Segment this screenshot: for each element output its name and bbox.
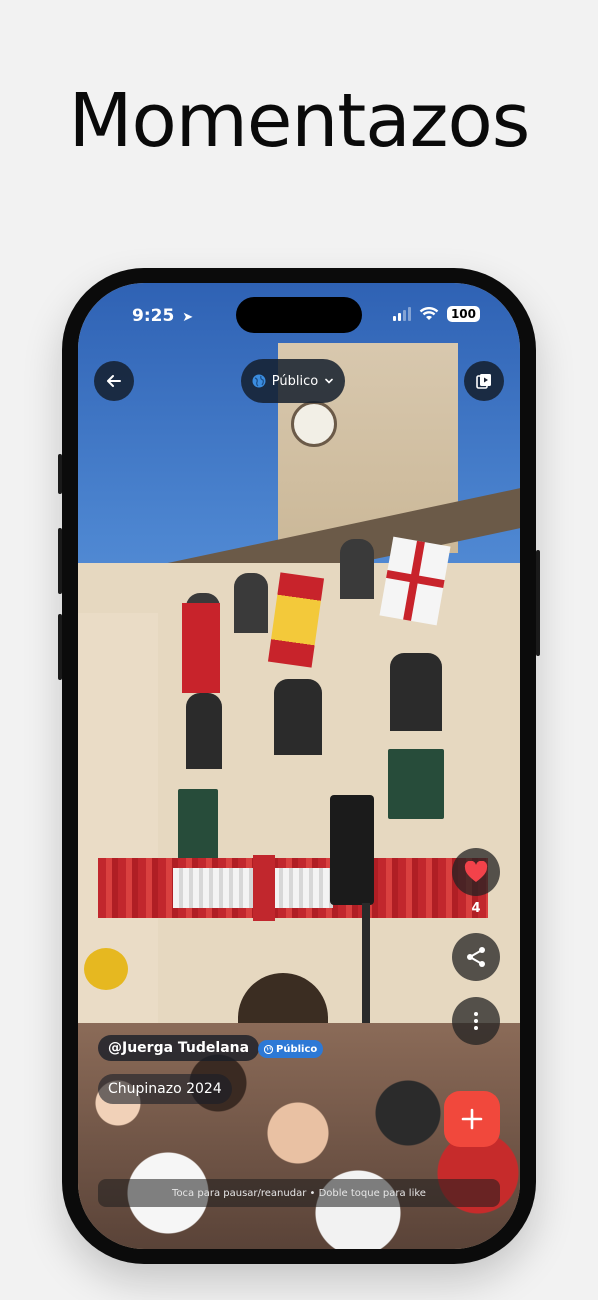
status-indicators: 100 <box>392 306 480 322</box>
privacy-selector[interactable]: Público <box>241 359 345 403</box>
wifi-icon <box>419 307 439 320</box>
video-library-icon <box>476 374 491 389</box>
privacy-label: Público <box>271 373 319 389</box>
volume-down-button <box>58 614 62 680</box>
globe-icon <box>252 374 266 388</box>
like-count: 4 <box>471 901 481 916</box>
status-time: 9:25 ➤ <box>132 306 193 326</box>
chevron-down-icon <box>325 378 334 384</box>
battery-indicator: 100 <box>446 306 480 322</box>
scene-door <box>388 749 444 819</box>
more-vertical-icon <box>474 1012 478 1030</box>
plus-icon <box>461 1108 483 1130</box>
scene-window <box>274 679 322 755</box>
cellular-signal-icon <box>392 307 411 321</box>
reels-button[interactable] <box>464 361 504 401</box>
scene-window <box>186 693 222 769</box>
scene-clock <box>291 401 337 447</box>
share-icon <box>467 947 485 967</box>
scene-window <box>390 653 442 731</box>
playback-hint: Toca para pausar/reanudar • Doble toque … <box>98 1179 500 1207</box>
globe-icon <box>264 1044 273 1054</box>
username-link[interactable]: @Juerga Tudelana <box>98 1035 260 1061</box>
volume-up-button <box>58 528 62 594</box>
scene-door <box>178 789 218 865</box>
power-button <box>536 550 540 656</box>
scene-balloon <box>84 948 128 990</box>
visibility-badge-label: Público <box>276 1043 318 1055</box>
status-time-text: 9:25 <box>132 306 175 326</box>
more-options-button[interactable] <box>452 997 500 1045</box>
phone-screen: 9:25 ➤ 100 Público 4 @Juerga Tudelana Pú… <box>78 283 520 1249</box>
scene-speaker <box>330 795 374 905</box>
add-button[interactable] <box>444 1091 500 1147</box>
scene-window <box>234 573 268 633</box>
arrow-left-icon <box>107 375 121 387</box>
dynamic-island <box>236 297 362 333</box>
heart-icon <box>464 861 488 882</box>
scene-window <box>340 539 374 599</box>
side-button <box>58 454 62 494</box>
back-button[interactable] <box>94 361 134 401</box>
post-caption: Chupinazo 2024 <box>98 1074 232 1104</box>
scene-flower-cross <box>253 855 275 921</box>
visibility-badge: Público <box>258 1040 324 1058</box>
page-headline: Momentazos <box>68 78 531 164</box>
scene-flag <box>182 603 220 693</box>
location-arrow-icon: ➤ <box>182 310 194 325</box>
scene-pole <box>362 903 370 1043</box>
like-button[interactable] <box>452 848 500 896</box>
share-button[interactable] <box>452 933 500 981</box>
